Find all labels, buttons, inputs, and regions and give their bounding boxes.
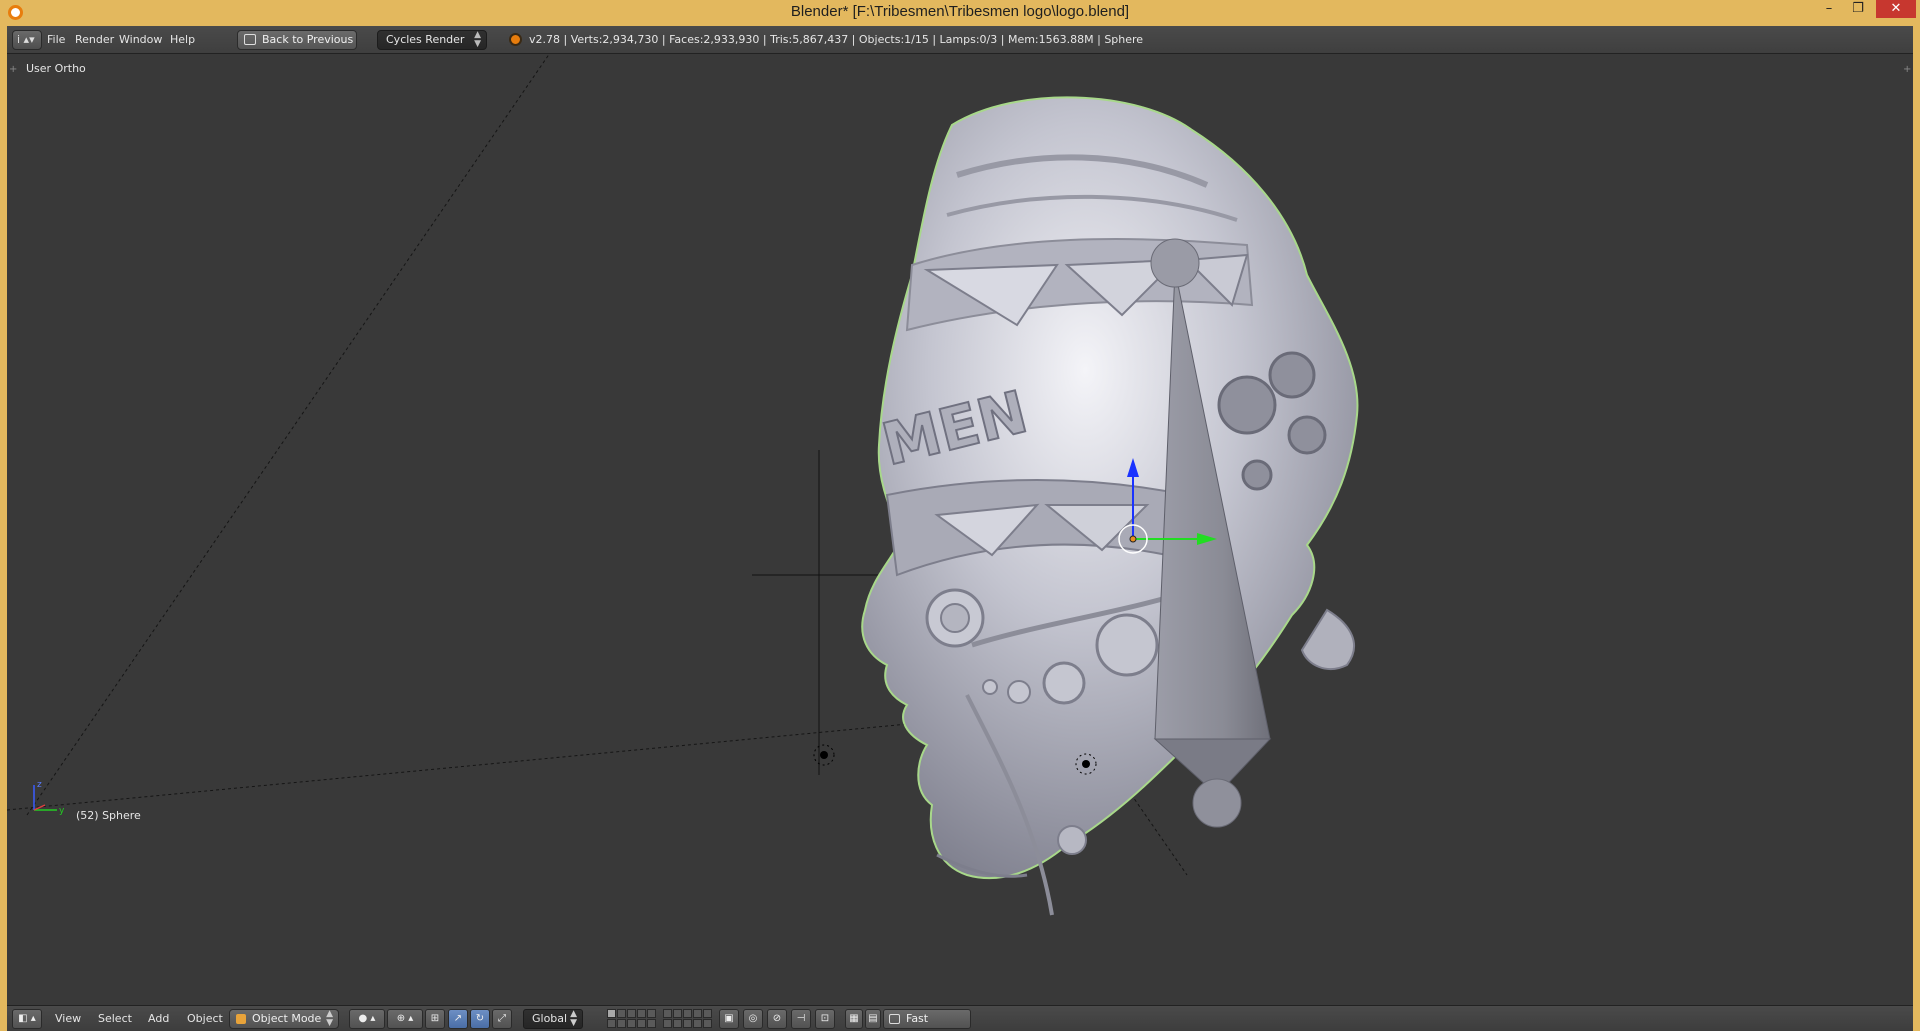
render-engine-dropdown[interactable]: Cycles Render ▲ ▼ — [377, 30, 487, 50]
translate-manipulator-icon[interactable]: ↗ — [448, 1009, 468, 1029]
blender-main-area: i ▴▾ File Render Window Help Back to Pre… — [7, 26, 1913, 1031]
view3d-header: ◧ ▴ View Select Add Object Object Mode ▲… — [7, 1005, 1913, 1031]
active-object-label: (52) Sphere — [76, 809, 141, 822]
window-titlebar: Blender* [F:\Tribesmen\Tribesmen logo\lo… — [0, 0, 1920, 26]
scene-layers-right[interactable] — [663, 1009, 712, 1029]
menu-help[interactable]: Help — [170, 33, 195, 46]
minimize-icon[interactable]: – — [1818, 0, 1840, 20]
menu-view[interactable]: View — [55, 1012, 81, 1025]
window-title: Blender* [F:\Tribesmen\Tribesmen logo\lo… — [790, 3, 1130, 20]
back-to-previous-button[interactable]: Back to Previous — [237, 30, 357, 50]
transform-orientation-dropdown[interactable]: Global ▲ ▼ — [523, 1009, 583, 1029]
head-sculpt-mesh[interactable]: MEN — [861, 96, 1359, 916]
manipulator-toggle-icon[interactable]: ⊞ — [425, 1009, 445, 1029]
updown-arrows-icon: ▲ ▼ — [326, 1009, 333, 1028]
svg-text:z: z — [37, 780, 42, 790]
proportional-edit-icon[interactable]: ◎ — [743, 1009, 763, 1029]
menu-add[interactable]: Add — [148, 1012, 169, 1025]
menu-select[interactable]: Select — [98, 1012, 132, 1025]
snap-toggle-icon[interactable]: ⊘ — [767, 1009, 787, 1029]
3d-viewport[interactable]: User Ortho + + MEN z y (52) Sphere — [7, 55, 1913, 1005]
scale-manipulator-icon[interactable]: ⤢ — [492, 1009, 512, 1029]
info-icon: i — [17, 33, 21, 46]
close-icon[interactable]: ✕ — [1876, 0, 1916, 18]
blender-logo-icon — [509, 33, 522, 46]
preview-icon — [889, 1014, 900, 1024]
menu-render[interactable]: Render — [75, 33, 114, 46]
updown-arrows-icon: ▲ ▼ — [570, 1009, 577, 1028]
snap-element-icon[interactable]: ⊣ — [791, 1009, 811, 1029]
editor-type-button[interactable]: i ▴▾ — [12, 30, 42, 50]
editor-type-button[interactable]: ◧ ▴ — [12, 1009, 42, 1029]
interaction-mode-dropdown[interactable]: Object Mode ▲ ▼ — [229, 1009, 339, 1029]
fast-preview-button[interactable]: Fast Preview — [883, 1009, 971, 1031]
screen-back-icon — [244, 34, 256, 45]
pivot-point-dropdown[interactable]: ⊕ ▴ — [387, 1009, 423, 1029]
snap-target-icon[interactable]: ⊡ — [815, 1009, 835, 1029]
viewport-scene: MEN z y — [7, 55, 1359, 916]
maximize-icon[interactable]: ❐ — [1846, 0, 1870, 20]
menu-object[interactable]: Object — [187, 1012, 223, 1025]
updown-arrows-icon: ▲ ▼ — [474, 30, 481, 49]
menu-window[interactable]: Window — [119, 33, 162, 46]
opengl-anim-icon[interactable]: ▤ — [865, 1009, 881, 1029]
svg-text:y: y — [59, 806, 65, 816]
info-header: i ▴▾ File Render Window Help Back to Pre… — [7, 26, 1913, 54]
opengl-render-icon[interactable]: ▦ — [845, 1009, 863, 1029]
lamp-object[interactable] — [813, 744, 835, 766]
viewport-shading-dropdown[interactable]: ● ▴ — [349, 1009, 385, 1029]
object-mode-icon — [236, 1014, 246, 1024]
scene-stats: v2.78 | Verts:2,934,730 | Faces:2,933,93… — [529, 33, 1144, 46]
lock-camera-icon[interactable]: ▣ — [719, 1009, 739, 1029]
rotate-manipulator-icon[interactable]: ↻ — [470, 1009, 490, 1029]
menu-file[interactable]: File — [47, 33, 65, 46]
grid-guide-line — [26, 55, 550, 816]
scene-layers-left[interactable] — [607, 1009, 656, 1029]
object-origin-icon — [1129, 535, 1137, 543]
